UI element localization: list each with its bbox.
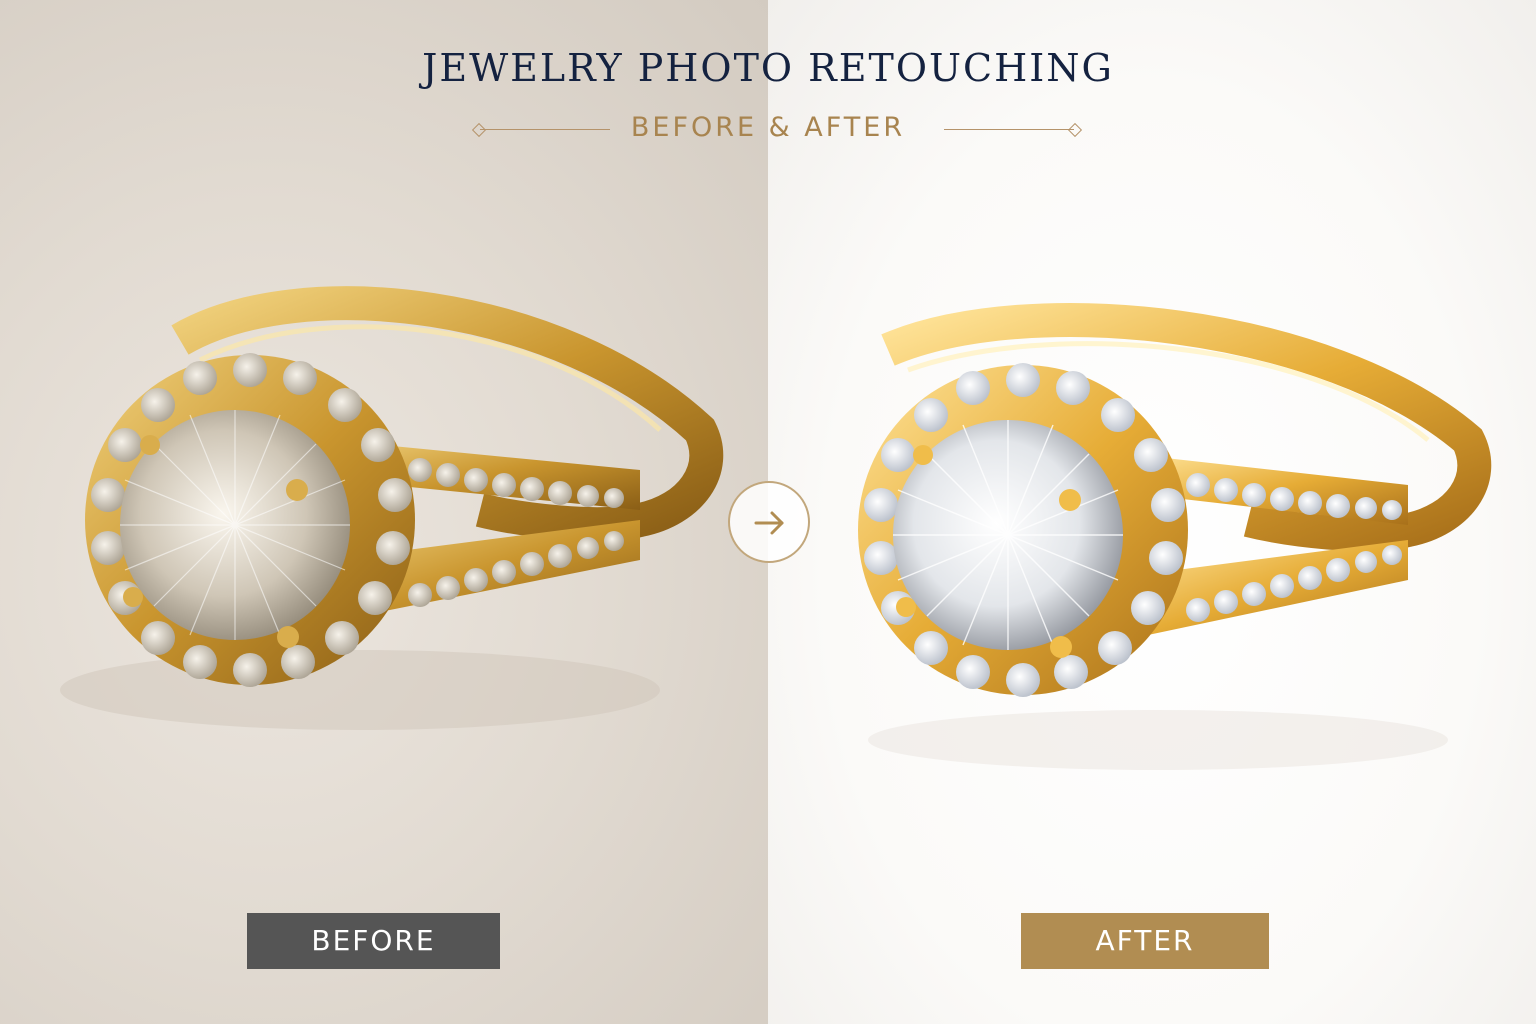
before-label: BEFORE: [247, 913, 500, 969]
after-label: AFTER: [1021, 913, 1269, 969]
page-subtitle: BEFORE & AFTER: [630, 112, 906, 143]
header: JEWELRY PHOTO RETOUCHING BEFORE & AFTER: [0, 0, 1536, 170]
page-title: JEWELRY PHOTO RETOUCHING: [422, 46, 1114, 90]
ornament-right-line: [944, 129, 1074, 130]
arrow-right-icon: [728, 481, 810, 563]
subtitle-row: BEFORE & AFTER: [0, 112, 1536, 148]
